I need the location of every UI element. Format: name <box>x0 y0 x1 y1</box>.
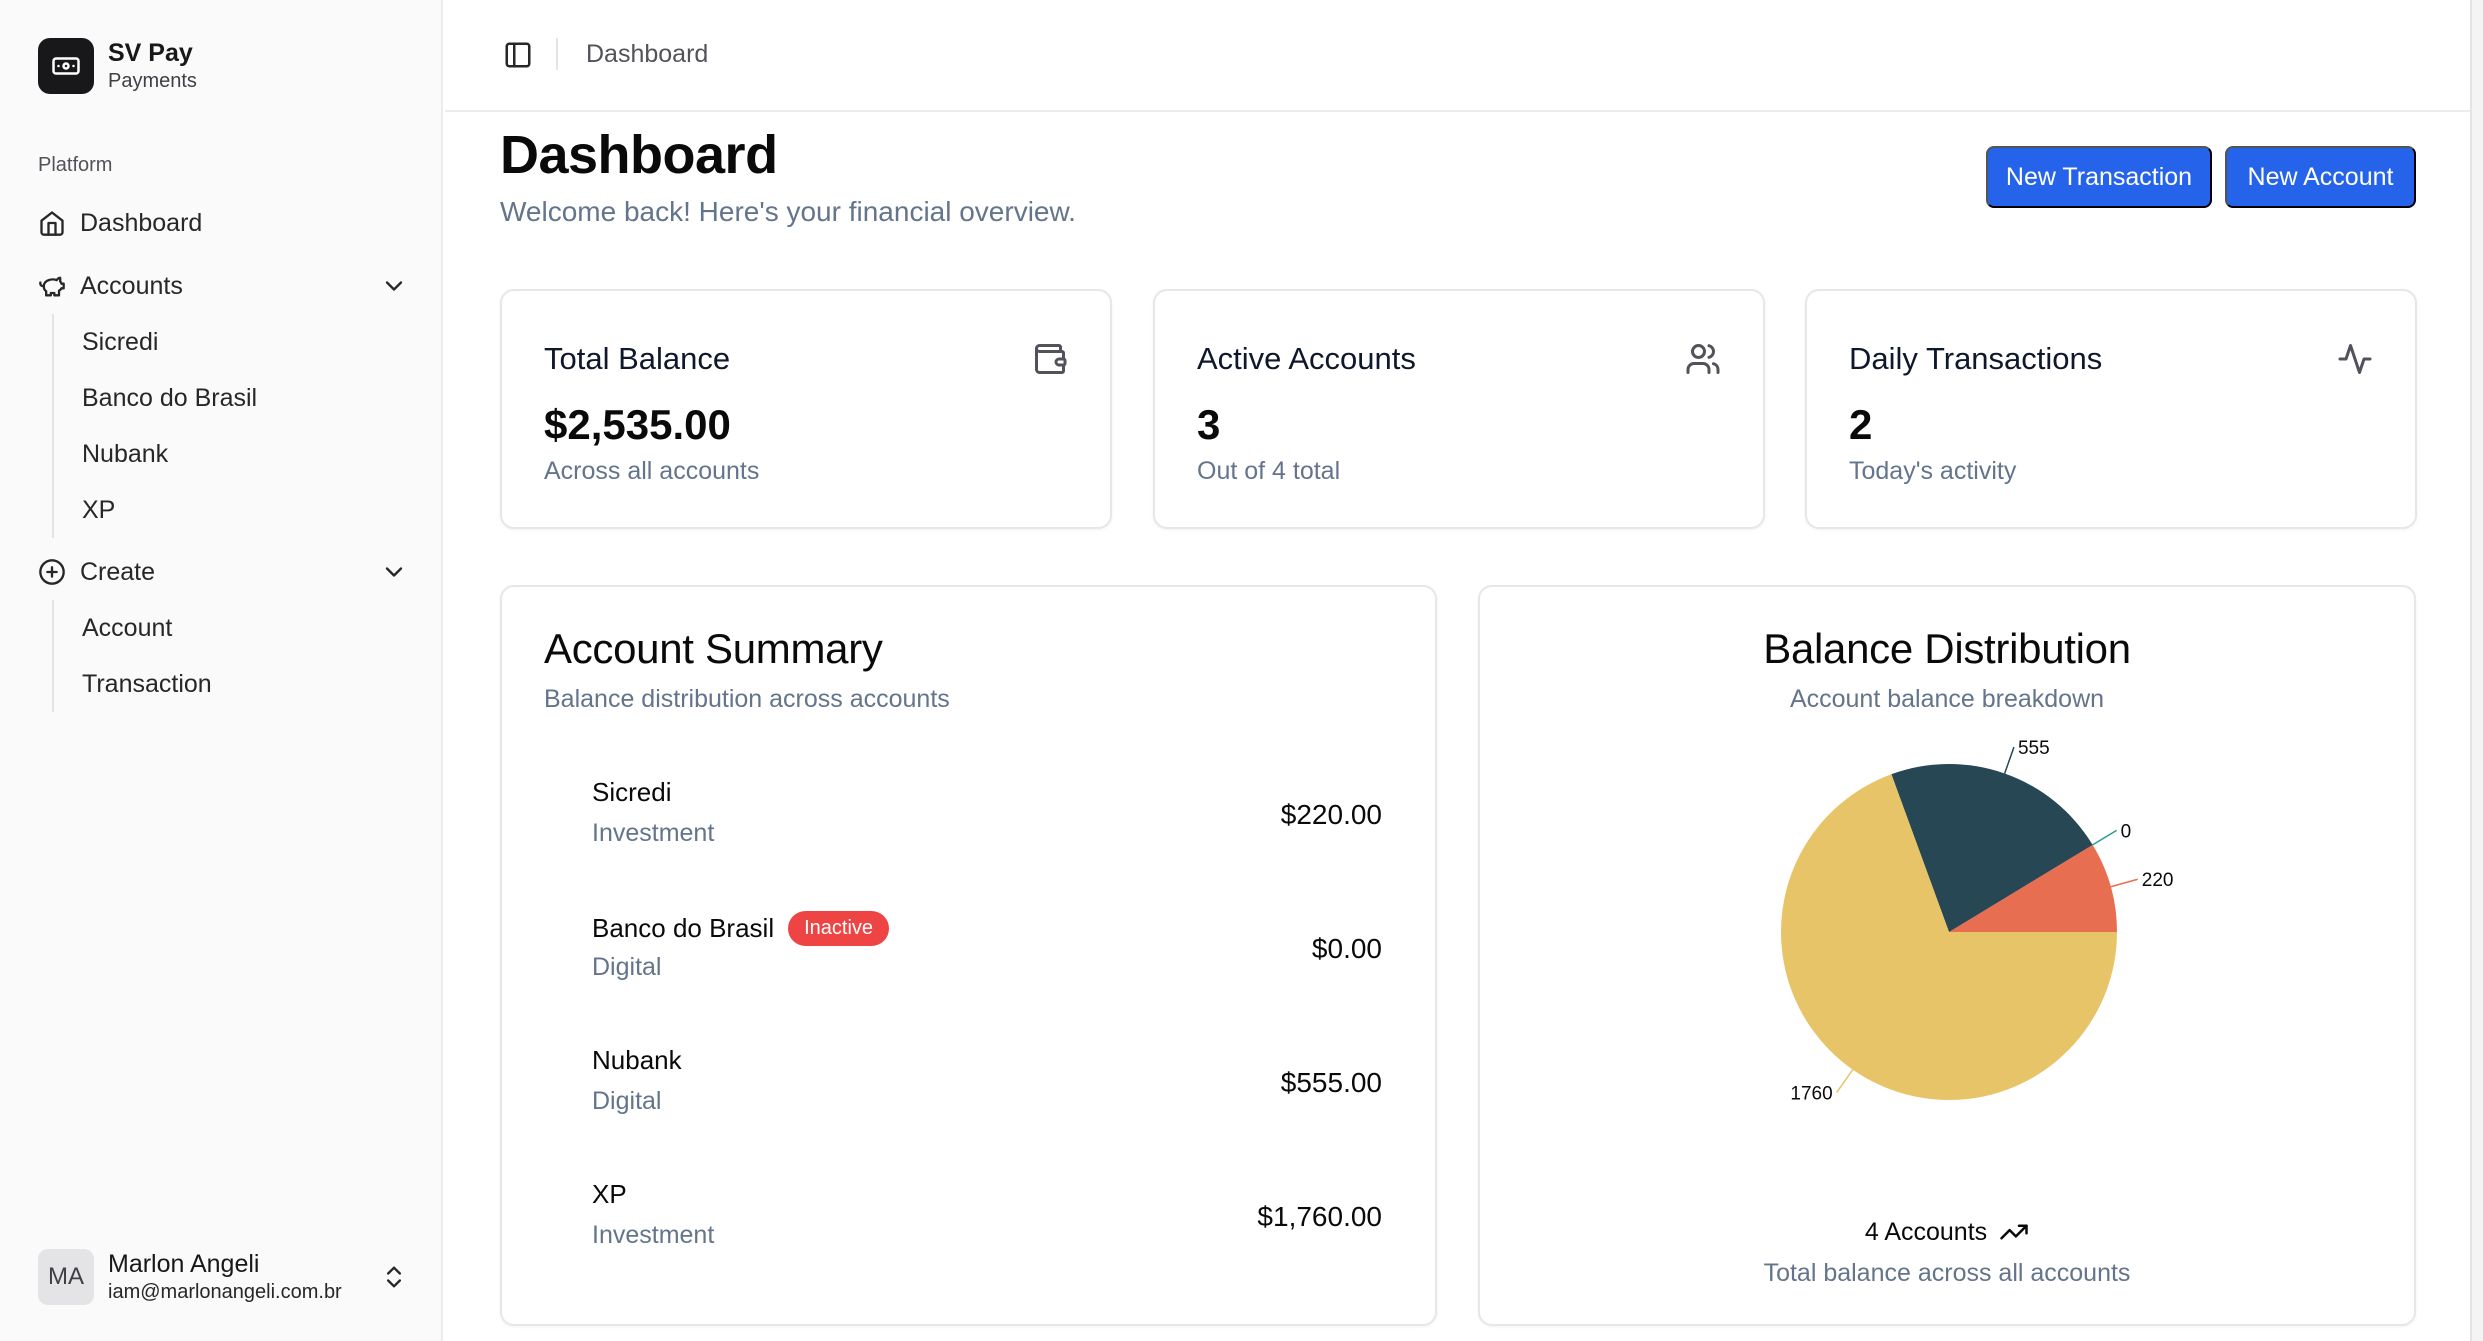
account-amount: $1,760.00 <box>1257 1201 1382 1232</box>
page-subtitle: Welcome back! Here's your financial over… <box>500 196 1076 227</box>
sidebar-item-create[interactable]: Create <box>38 549 408 595</box>
page-title: Dashboard <box>500 125 778 185</box>
stat-value: 2 <box>1849 401 1873 448</box>
sidebar-item-accounts[interactable]: Accounts <box>38 263 408 309</box>
card-subtitle: Balance distribution across accounts <box>544 685 950 713</box>
home-icon <box>40 211 64 236</box>
scrollbar[interactable] <box>2470 0 2483 1341</box>
stat-title: Total Balance <box>544 341 731 376</box>
activity-icon <box>2338 344 2372 374</box>
pie-label-line <box>2110 878 2138 888</box>
sidebar-item-dashboard[interactable]: Dashboard <box>38 200 408 246</box>
sidebar-subitem-xp[interactable]: XP <box>54 482 257 538</box>
chevron-down-icon[interactable] <box>380 558 408 586</box>
brand-name: SV Pay <box>108 39 193 67</box>
list-item[interactable]: Sicredi Investment $220.00 <box>592 777 1382 867</box>
sidebar-toggle-icon[interactable] <box>503 40 533 70</box>
sidebar-group-label: Platform <box>38 154 113 176</box>
sidebar-subitem-account[interactable]: Account <box>54 600 212 656</box>
pie-data-label: 1760 <box>1790 1084 1832 1105</box>
account-summary-card: Account Summary Balance distribution acr… <box>500 585 1437 1326</box>
accounts-count: 4 Accounts <box>1864 1217 1988 1246</box>
stat-subtitle: Out of 4 total <box>1197 457 1341 485</box>
stat-title: Active Accounts <box>1197 341 1416 376</box>
sidebar-subitem-transaction[interactable]: Transaction <box>54 656 212 712</box>
account-type: Investment <box>592 819 715 847</box>
trending-up-icon <box>2000 1224 2028 1240</box>
sidebar-item-label: Dashboard <box>80 208 203 237</box>
stat-card-total-balance: Total Balance $2,535.00 Across all accou… <box>500 289 1112 529</box>
pie-data-label: 0 <box>2121 821 2132 842</box>
account-amount: $220.00 <box>1280 799 1382 830</box>
list-item[interactable]: Banco do Brasil Inactive Digital $0.00 <box>592 911 1382 1001</box>
brand-subtitle: Payments <box>108 70 197 92</box>
stat-value: $2,535.00 <box>544 401 731 448</box>
create-submenu: Account Transaction <box>52 600 212 712</box>
user-menu[interactable]: MA Marlon Angeli iam@marlonangeli.com.br <box>38 1245 408 1309</box>
status-badge: Inactive <box>788 911 890 946</box>
stat-value: 3 <box>1197 401 1221 448</box>
wallet-icon <box>1035 344 1067 374</box>
chevron-down-icon[interactable] <box>380 272 408 300</box>
users-icon <box>1686 344 1720 374</box>
avatar: MA <box>38 1249 94 1305</box>
divider <box>556 38 558 70</box>
pie-data-label: 220 <box>2142 870 2174 891</box>
user-email: iam@marlonangeli.com.br <box>108 1281 342 1303</box>
card-title: Account Summary <box>544 625 883 672</box>
account-name: XP <box>592 1179 627 1209</box>
pie-label-line <box>2092 829 2117 846</box>
piggy-bank-icon <box>39 276 65 297</box>
new-transaction-button[interactable]: New Transaction <box>1986 146 2212 208</box>
pie-label-line <box>1836 1069 1854 1094</box>
pie-label-line <box>2003 746 2015 774</box>
account-type: Digital <box>592 953 662 981</box>
sidebar: SV Pay Payments Platform Dashboard Accou… <box>0 0 443 1341</box>
breadcrumb: Dashboard <box>586 40 709 68</box>
new-account-button[interactable]: New Account <box>2225 146 2416 208</box>
balance-distribution-card: Balance Distribution Account balance bre… <box>1478 585 2416 1326</box>
top-bar: Dashboard <box>445 0 2470 112</box>
sidebar-subitem-banco-do-brasil[interactable]: Banco do Brasil <box>54 370 257 426</box>
sidebar-item-label: Create <box>80 557 156 586</box>
sidebar-item-label: Accounts <box>80 271 183 300</box>
stat-card-active-accounts: Active Accounts 3 Out of 4 total <box>1153 289 1765 529</box>
plus-circle-icon <box>39 559 65 585</box>
account-amount: $555.00 <box>1280 1067 1382 1098</box>
list-item[interactable]: Nubank Digital $555.00 <box>592 1045 1382 1135</box>
account-name: Sicredi <box>592 777 672 807</box>
chevrons-up-down-icon <box>387 1266 401 1288</box>
stat-subtitle: Today's activity <box>1849 457 2017 485</box>
list-item[interactable]: XP Investment $1,760.00 <box>592 1179 1382 1269</box>
brand-logo-icon <box>38 38 94 94</box>
account-amount: $0.00 <box>1311 933 1382 964</box>
account-name: Nubank <box>592 1045 682 1075</box>
footer-subtitle: Total balance across all accounts <box>1763 1259 2131 1287</box>
sidebar-subitem-nubank[interactable]: Nubank <box>54 426 257 482</box>
sidebar-subitem-sicredi[interactable]: Sicredi <box>54 314 257 370</box>
brand[interactable]: SV Pay Payments <box>38 38 197 94</box>
pie-data-label: 555 <box>2018 738 2050 759</box>
accounts-submenu: Sicredi Banco do Brasil Nubank XP <box>52 314 257 538</box>
account-type: Investment <box>592 1221 715 1249</box>
stat-subtitle: Across all accounts <box>544 457 760 485</box>
account-type: Digital <box>592 1087 662 1115</box>
account-name: Banco do Brasil <box>592 913 775 943</box>
stat-title: Daily Transactions <box>1849 341 2103 376</box>
user-name: Marlon Angeli <box>108 1250 260 1278</box>
stat-card-daily-transactions: Daily Transactions 2 Today's activity <box>1805 289 2417 529</box>
